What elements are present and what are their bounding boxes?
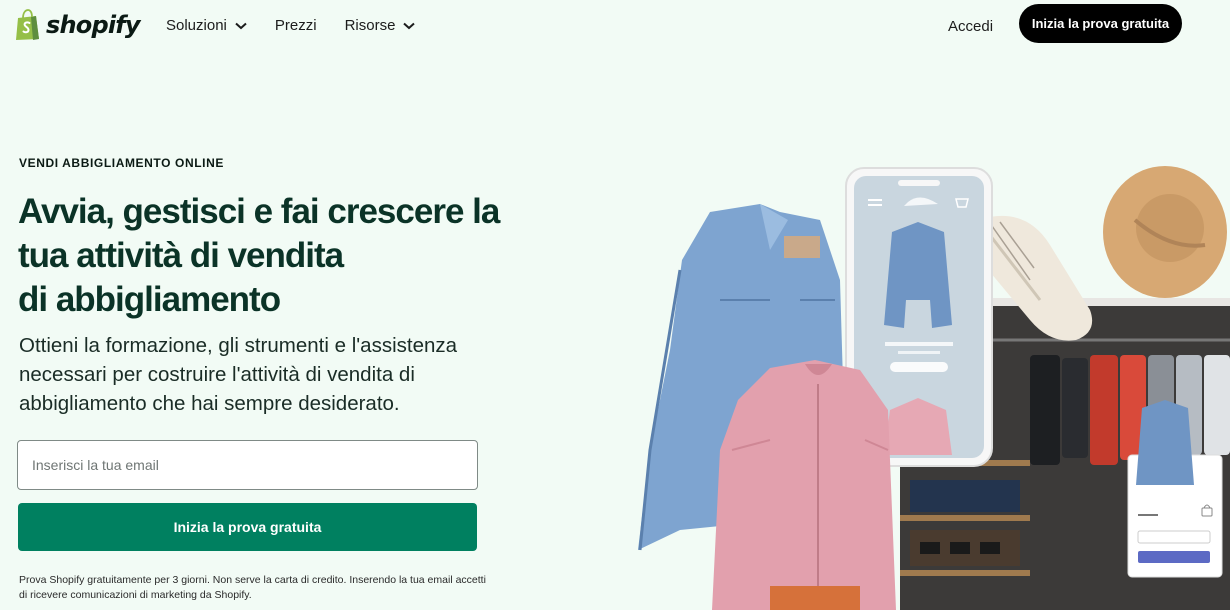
- shopify-bag-icon: [16, 9, 39, 40]
- site-header: shopify Soluzioni Prezzi Risorse Accedi …: [0, 0, 1230, 52]
- main-nav: Soluzioni Prezzi Risorse: [166, 17, 443, 34]
- chevron-down-icon: [235, 22, 247, 29]
- chevron-down-icon: [403, 22, 416, 29]
- headline-line: di abbigliamento: [18, 280, 281, 319]
- logo-text: shopify: [46, 11, 141, 39]
- nav-item-soluzioni[interactable]: Soluzioni: [166, 17, 247, 34]
- headline-line: tua attività di vendita: [18, 236, 344, 275]
- nav-item-label: Risorse: [344, 17, 396, 34]
- straw-hat-image: [1103, 166, 1227, 298]
- start-trial-button[interactable]: Inizia la prova gratuita: [18, 503, 477, 551]
- nav-item-label: Soluzioni: [166, 17, 227, 34]
- nav-item-risorse[interactable]: Risorse: [345, 17, 416, 34]
- login-link[interactable]: Accedi: [948, 18, 993, 35]
- hero-illustration: [638, 166, 1230, 610]
- shopify-logo[interactable]: shopify: [14, 9, 141, 41]
- email-input[interactable]: [17, 440, 478, 490]
- hero-headline: Avvia, gestisci e fai crescere la tua at…: [18, 190, 518, 322]
- nav-item-prezzi[interactable]: Prezzi: [275, 17, 317, 34]
- trial-disclaimer: Prova Shopify gratuitamente per 3 giorni…: [19, 574, 486, 601]
- start-trial-button-header[interactable]: Inizia la prova gratuita: [1019, 4, 1182, 43]
- hero-subheadline: Ottieni la formazione, gli strumenti e l…: [19, 334, 458, 415]
- headline-line: Avvia, gestisci e fai crescere la: [18, 192, 500, 231]
- nav-item-label: Prezzi: [274, 17, 317, 34]
- hero-eyebrow: VENDI ABBIGLIAMENTO ONLINE: [19, 156, 224, 170]
